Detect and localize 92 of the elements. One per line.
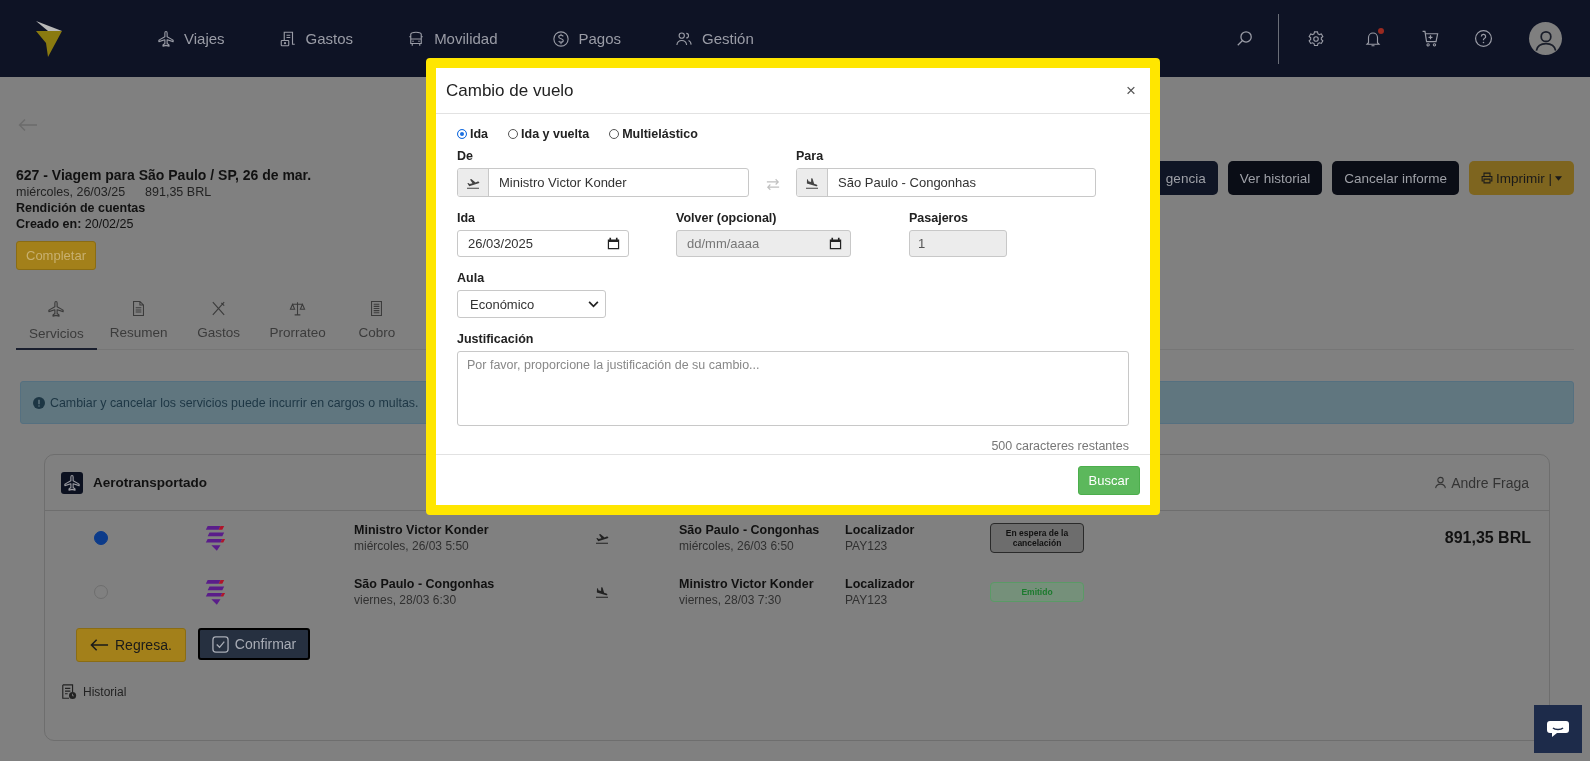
justification-field[interactable]: Por favor, proporcione la justificación de su cambio... xyxy=(457,351,1129,426)
radio-label[interactable]: Multielástico xyxy=(622,127,698,141)
nav-item[interactable]: Movilidad xyxy=(407,29,498,48)
history-icon xyxy=(61,684,77,700)
radio-label[interactable]: Ida y vuelta xyxy=(521,127,590,141)
destination-name: Ministro Victor Konder xyxy=(679,577,815,591)
field-label: Justificación xyxy=(457,332,535,346)
origin-name: Ministro Victor Konder xyxy=(354,523,490,537)
checkbox-icon xyxy=(211,635,229,653)
radio-label[interactable]: Ida xyxy=(470,127,489,141)
chevron-down-icon xyxy=(588,300,599,308)
report-title: 627 - Viagem para São Paulo / SP, 26 de mar. xyxy=(16,167,312,183)
departure-date-field[interactable]: 26/03/2025 xyxy=(457,230,629,257)
locator-code: PAY123 xyxy=(845,539,889,553)
nav-item[interactable]: Pagos xyxy=(551,29,622,48)
confirm-button[interactable]: Confirmar xyxy=(197,628,311,660)
dialog-title: Cambio de vuelo xyxy=(446,80,574,101)
left-arrow-icon xyxy=(90,638,109,652)
field-label: Ida xyxy=(457,211,477,225)
field-label: De xyxy=(457,149,474,163)
row-radio[interactable] xyxy=(94,531,108,545)
field-label: Pasajeros xyxy=(909,211,970,225)
calendar-icon[interactable] xyxy=(607,237,620,250)
origin-name: São Paulo - Congonhas xyxy=(354,577,496,591)
nav-label: Movilidad xyxy=(434,30,498,47)
help-icon[interactable] xyxy=(1474,29,1493,48)
character-counter: 500 caracteres restantes xyxy=(990,439,1129,453)
destination-field[interactable]: São Paulo - Congonhas xyxy=(828,169,1095,196)
report-type: Rendición de cuentas xyxy=(16,201,147,215)
airline-logo xyxy=(204,524,226,552)
origin-time: viernes, 28/03 6:30 xyxy=(354,593,458,607)
radio-button[interactable] xyxy=(609,129,620,139)
action-button[interactable]: Cancelar informe xyxy=(1332,161,1459,195)
nav-item[interactable]: Gastos xyxy=(278,29,354,48)
nav-label: Viajes xyxy=(184,30,225,47)
field-label: Para xyxy=(796,149,825,163)
nav-label: Gastos xyxy=(305,30,354,47)
users-icon xyxy=(675,29,694,48)
history-link[interactable]: Historial xyxy=(61,684,1549,700)
close-button[interactable]: × xyxy=(1120,78,1142,103)
destination-time: miércoles, 26/03 6:50 xyxy=(679,539,795,553)
dollar-icon xyxy=(551,29,570,48)
origin-field[interactable]: Ministro Victor Konder xyxy=(489,169,748,196)
printer-icon xyxy=(1481,172,1493,184)
airline-logo xyxy=(204,578,226,606)
report-date: miércoles, 26/03/25 xyxy=(16,185,126,199)
bell-icon[interactable] xyxy=(1364,29,1382,48)
report-amount: 891,35 BRL xyxy=(145,185,212,199)
origin-input-group[interactable]: Ministro Victor Konder xyxy=(457,168,749,197)
plane-icon xyxy=(157,29,175,48)
nav-label: Pagos xyxy=(578,30,622,47)
plane-icon xyxy=(47,300,66,318)
search-icon[interactable] xyxy=(1235,29,1254,48)
nav-item[interactable]: Gestión xyxy=(675,29,754,48)
settings-icon[interactable] xyxy=(1307,29,1325,48)
bus-icon xyxy=(407,29,426,48)
avatar[interactable] xyxy=(1529,22,1562,55)
receipt-icon xyxy=(278,29,297,48)
scale-icon xyxy=(289,300,307,317)
price: 891,35 BRL xyxy=(1444,529,1531,547)
service-title: Aerotransportado xyxy=(93,475,207,490)
user-icon xyxy=(1434,476,1448,489)
cutlery-icon xyxy=(210,300,228,317)
locator-label: Localizador xyxy=(845,523,916,537)
action-button[interactable]: gencia xyxy=(1159,161,1218,195)
destination-input-group[interactable]: São Paulo - Congonhas xyxy=(796,168,1096,197)
alert-text: Cambiar y cancelar los servicios puede incurrir en cargos o multas. xyxy=(50,395,419,410)
status-badge: Emitido xyxy=(990,582,1084,602)
origin-time: miércoles, 26/03 5:50 xyxy=(354,539,470,553)
chat-icon xyxy=(1546,719,1570,739)
status-badge: En espera de la cancelación xyxy=(990,523,1084,553)
back-button[interactable]: Regresa. xyxy=(76,628,186,662)
locator-label: Localizador xyxy=(845,577,916,591)
destination-name: São Paulo - Congonhas xyxy=(679,523,821,537)
radio-button[interactable] xyxy=(457,129,467,139)
landing-icon xyxy=(594,584,610,600)
chat-button[interactable] xyxy=(1534,705,1582,753)
field-label: Aula xyxy=(457,271,486,285)
nav-item[interactable]: Viajes xyxy=(157,29,225,48)
calendar-icon[interactable] xyxy=(829,237,842,250)
nav-label: Gestión xyxy=(702,30,754,47)
cabin-select[interactable]: Económico xyxy=(457,290,606,318)
action-button[interactable]: Ver historial xyxy=(1227,161,1323,195)
radio-button[interactable] xyxy=(508,129,519,139)
created-date: Creado en: 20/02/25 xyxy=(16,217,135,231)
locator-code: PAY123 xyxy=(845,593,889,607)
caret-icon xyxy=(1555,175,1562,181)
info-icon xyxy=(33,396,45,409)
traveler-name: Andre Fraga xyxy=(1451,474,1529,491)
field-label: Volver (opcional) xyxy=(676,211,778,225)
destination-time: viernes, 28/03 7:30 xyxy=(679,593,783,607)
cart-icon[interactable] xyxy=(1421,29,1440,48)
